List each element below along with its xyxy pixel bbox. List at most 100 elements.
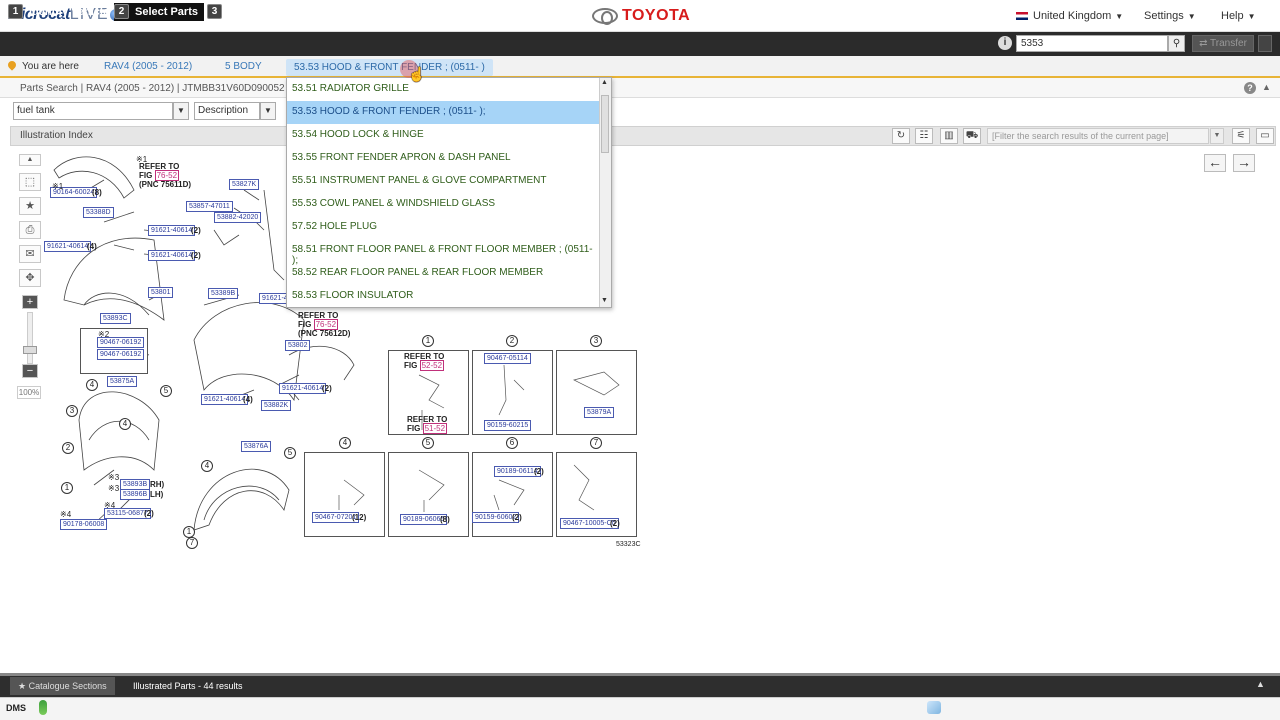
info-icon[interactable]: i <box>998 36 1012 50</box>
refresh-icon[interactable]: ↻ <box>892 128 910 144</box>
part-callout[interactable]: 53389B <box>208 288 239 299</box>
part-callout[interactable]: 91621-40614 <box>148 250 196 261</box>
columns-icon[interactable]: ▥ <box>940 128 958 144</box>
help-icon[interactable]: ? <box>1244 82 1256 94</box>
next-arrow-icon[interactable]: → <box>1233 154 1255 172</box>
hand-cursor-icon: ☝ <box>408 66 426 82</box>
step-identify-vehicle[interactable]: 1 Identify Vehicle <box>8 3 109 21</box>
filter-mode-select[interactable]: Description <box>194 102 260 120</box>
dropdown-item[interactable]: 58.53 FLOOR INSULATOR <box>287 285 600 307</box>
star-icon[interactable]: ★ <box>19 197 41 215</box>
step-select-parts[interactable]: 2 Select Parts <box>114 3 204 21</box>
reference-number: 7 <box>186 537 198 549</box>
dropdown-item[interactable]: 57.52 HOLE PLUG <box>287 216 600 239</box>
fit-page-icon[interactable]: ⬚ <box>19 173 41 191</box>
footnote-mark: ※3 <box>108 473 120 482</box>
star-icon: ★ <box>18 681 29 691</box>
filter-icon[interactable]: ⚟ <box>1232 128 1250 144</box>
chevron-down-icon[interactable]: ▼ <box>260 102 276 120</box>
section-dropdown-list[interactable]: 53.51 RADIATOR GRILLE 53.53 HOOD & FRONT… <box>286 77 612 308</box>
dropdown-item[interactable]: 53.54 HOOD LOCK & HINGE <box>287 124 600 147</box>
status-bar <box>0 697 1280 720</box>
part-callout[interactable]: 53882K <box>261 400 292 411</box>
breadcrumb-current[interactable]: 53.53 HOOD & FRONT FENDER ; (0511- ) <box>286 59 493 76</box>
quantity-note: (4) <box>87 242 97 251</box>
help-menu[interactable]: Help ▼ <box>1221 10 1256 22</box>
part-callout[interactable]: 53875A <box>107 376 138 387</box>
dms-status-icon[interactable] <box>39 700 47 715</box>
quick-search-input[interactable]: 5353 <box>1016 35 1168 52</box>
part-callout[interactable]: 53893C <box>100 313 131 324</box>
clear-filter-icon[interactable]: ▭ <box>1256 128 1274 144</box>
dropdown-item[interactable]: 55.51 INSTRUMENT PANEL & GLOVE COMPARTME… <box>287 170 600 193</box>
caret-down-icon: ▼ <box>1187 12 1196 21</box>
dropdown-item-selected[interactable]: 53.53 HOOD & FRONT FENDER ; (0511- ); <box>287 101 600 124</box>
part-callout[interactable]: 53802 <box>285 340 311 351</box>
part-callout[interactable]: 53827K <box>229 179 260 190</box>
toolbar-end-button[interactable] <box>1258 35 1272 52</box>
step-orders[interactable]: 3 Orders <box>207 3 264 21</box>
part-callout[interactable]: 53896B <box>120 489 151 500</box>
pan-icon[interactable]: ✥ <box>19 269 41 287</box>
reference-number: 4 <box>119 418 131 430</box>
scroll-down-icon[interactable]: ▼ <box>601 297 608 304</box>
part-callout[interactable]: 90159-60215 <box>484 420 532 431</box>
zoom-in-icon[interactable]: + <box>22 295 38 309</box>
detail-box-4[interactable] <box>304 452 385 537</box>
region-selector[interactable]: United Kingdom ▼ <box>1016 10 1123 22</box>
transfer-button[interactable]: ⇄ Transfer <box>1192 35 1254 52</box>
breadcrumb-here: You are here <box>6 59 79 72</box>
part-callout[interactable]: 53876A <box>241 441 272 452</box>
part-callout[interactable]: 53801 <box>148 287 174 298</box>
vehicle-icon[interactable]: ⛟ <box>963 128 981 144</box>
collapse-icon[interactable]: ▲ <box>1262 82 1271 92</box>
print-icon[interactable]: ⎙ <box>19 221 41 239</box>
dropdown-item[interactable]: 55.53 COWL PANEL & WINDSHIELD GLASS <box>287 193 600 216</box>
part-callout[interactable]: 91621-40614 <box>279 383 327 394</box>
breadcrumb-model[interactable]: RAV4 (2005 - 2012) <box>104 61 192 72</box>
part-callout[interactable]: 53857-47011 <box>186 201 233 212</box>
dropdown-item[interactable]: 58.51 FRONT FLOOR PANEL & FRONT FLOOR ME… <box>287 239 600 266</box>
toyota-emblem-icon <box>592 7 618 25</box>
part-callout[interactable]: 90467-05114 <box>484 353 531 364</box>
dropdown-item[interactable]: 53.55 FRONT FENDER APRON & DASH PANEL <box>287 147 600 170</box>
previous-arrow-icon[interactable]: ← <box>1204 154 1226 172</box>
chevron-down-icon[interactable]: ▼ <box>173 102 189 120</box>
email-icon[interactable]: ✉ <box>19 245 41 263</box>
expand-panel-icon[interactable]: ▲ <box>1256 679 1265 689</box>
detail-box-6[interactable] <box>472 452 553 537</box>
search-icon[interactable]: ⚲ <box>1168 35 1185 52</box>
parts-list-icon[interactable]: ☷ <box>915 128 933 144</box>
part-callout[interactable]: 91621-40614 <box>201 394 249 405</box>
zoom-slider-handle[interactable] <box>23 346 37 354</box>
detail-box-3[interactable] <box>556 350 637 435</box>
part-callout[interactable]: 90467-06192 <box>97 337 145 348</box>
tab-catalogue-sections[interactable]: ★ Catalogue Sections <box>10 677 115 695</box>
parts-filter-input[interactable]: fuel tank <box>13 102 173 120</box>
part-callout[interactable]: 53879A <box>584 407 615 418</box>
zoom-out-icon[interactable]: − <box>22 364 38 378</box>
part-callout[interactable]: 91621-40614 <box>44 241 92 252</box>
dropdown-item[interactable]: 53.51 RADIATOR GRILLE <box>287 78 600 101</box>
zoom-slider[interactable] <box>27 312 33 364</box>
dropdown-scrollbar-thumb[interactable] <box>601 95 609 153</box>
part-callout[interactable]: 90178-06008 <box>60 519 108 530</box>
chevron-down-icon[interactable]: ▼ <box>1210 128 1224 144</box>
figure-reference-link[interactable]: 52-52 <box>419 360 445 371</box>
detail-number: 5 <box>422 437 434 449</box>
breadcrumb-section[interactable]: 5 BODY <box>225 61 262 72</box>
scroll-up-icon[interactable]: ▲ <box>19 154 41 166</box>
scroll-up-icon[interactable]: ▲ <box>601 79 608 86</box>
part-callout[interactable]: 53882-42020 <box>214 212 262 223</box>
part-callout[interactable]: 53388D <box>83 207 114 218</box>
result-filter-input[interactable]: [Filter the search results of the curren… <box>987 128 1209 144</box>
part-callout[interactable]: 91621-40614 <box>148 225 196 236</box>
dropdown-item[interactable]: 58.52 REAR FLOOR PANEL & REAR FLOOR MEMB… <box>287 262 600 285</box>
part-callout[interactable]: 90467-06192 <box>97 349 145 360</box>
tab-illustrated-parts[interactable]: Illustrated Parts - 44 results <box>125 677 251 695</box>
quantity-note: (2) <box>322 384 332 393</box>
settings-menu[interactable]: Settings ▼ <box>1144 10 1196 22</box>
reference-number: 3 <box>66 405 78 417</box>
step-library[interactable]: Library <box>278 3 315 21</box>
figure-reference-link[interactable]: 51-52 <box>422 423 448 434</box>
